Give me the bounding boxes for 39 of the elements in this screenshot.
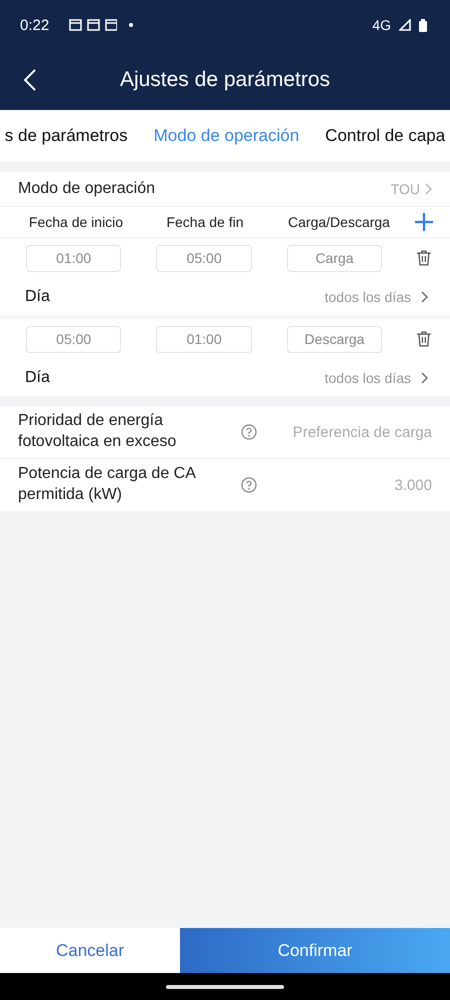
signal-icon — [399, 19, 411, 31]
page-title: Ajustes de parámetros — [120, 68, 330, 92]
setting-label: Potencia de carga de CA permitida (kW) — [18, 464, 197, 505]
chevron-right-icon[interactable] — [421, 372, 428, 384]
cancel-button[interactable]: Cancelar — [0, 928, 180, 973]
column-header: Carga/Descarga — [287, 214, 391, 230]
notification-dot-icon — [129, 23, 134, 27]
column-header: Fecha de inicio — [28, 214, 124, 230]
end-time-field[interactable]: 05:00 — [156, 244, 252, 272]
start-time-field[interactable]: 01:00 — [26, 244, 122, 272]
end-time-field[interactable]: 01:00 — [156, 326, 252, 352]
day-value[interactable]: todos los días — [324, 370, 411, 386]
column-header: Fecha de fin — [165, 214, 245, 230]
action-field[interactable]: Descarga — [286, 326, 382, 352]
confirm-button[interactable]: Confirmar — [180, 928, 450, 973]
start-time-field[interactable]: 05:00 — [26, 326, 122, 352]
trash-icon[interactable] — [417, 250, 431, 266]
setting-value[interactable]: Preferencia de carga — [265, 424, 432, 440]
battery-icon — [419, 18, 427, 32]
status-time: 0:22 — [20, 16, 50, 34]
network-type: 4G — [372, 17, 391, 33]
tab[interactable]: Control de capa — [325, 120, 446, 152]
setting-label: Prioridad de energía fotovoltaica en exceso — [18, 411, 178, 452]
help-icon[interactable] — [241, 424, 257, 440]
day-label: Día — [25, 368, 51, 386]
action-field[interactable]: Carga — [286, 244, 382, 272]
day-value[interactable]: todos los días — [324, 288, 411, 304]
add-icon[interactable] — [415, 213, 433, 231]
mode-label: Modo de operación — [18, 180, 156, 198]
tab[interactable]: s de parámetros — [4, 120, 128, 152]
trash-icon[interactable] — [417, 331, 431, 347]
mode-value[interactable]: TOU — [390, 181, 420, 197]
back-icon[interactable] — [24, 69, 36, 91]
home-indicator[interactable] — [166, 984, 284, 988]
day-label: Día — [25, 288, 51, 306]
chevron-right-icon[interactable] — [421, 290, 428, 302]
help-icon[interactable] — [241, 477, 257, 493]
calendar-icon — [69, 19, 118, 31]
setting-value[interactable]: 3.000 — [265, 476, 432, 494]
